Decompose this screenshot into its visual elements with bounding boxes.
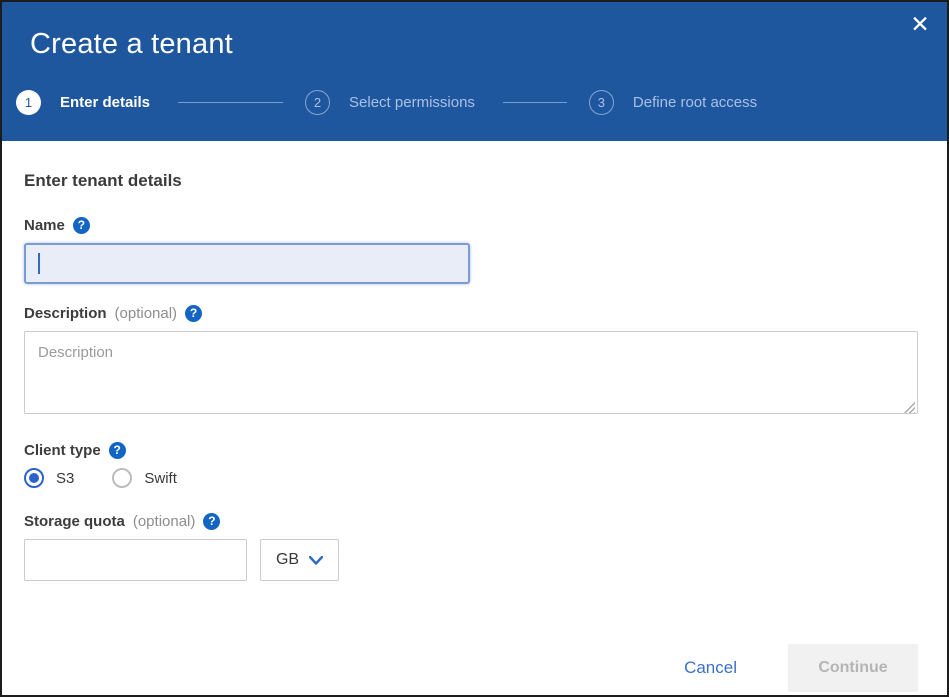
name-label: Name: [24, 217, 65, 234]
modal-body: Enter tenant details Name ? Description …: [2, 171, 947, 581]
step-connector: [178, 102, 283, 103]
description-textarea[interactable]: [24, 331, 918, 414]
storage-quota-input[interactable]: [24, 539, 247, 581]
storage-quota-optional-suffix: (optional): [133, 513, 196, 530]
storage-quota-label: Storage quota: [24, 513, 125, 530]
radio-selected-icon[interactable]: [24, 468, 44, 488]
help-icon[interactable]: ?: [73, 217, 90, 234]
step-enter-details[interactable]: 1 Enter details: [16, 90, 150, 115]
step-1-label: Enter details: [60, 94, 150, 111]
name-field-group: Name ?: [24, 215, 918, 284]
client-type-field-group: Client type ? S3 Swift: [24, 440, 918, 490]
step-2-label: Select permissions: [349, 94, 475, 111]
radio-swift-label: Swift: [144, 470, 177, 487]
description-optional-suffix: (optional): [115, 305, 178, 322]
help-icon[interactable]: ?: [185, 305, 202, 322]
step-1-circle: 1: [16, 90, 41, 115]
wizard-stepper: 1 Enter details 2 Select permissions 3 D…: [16, 90, 919, 115]
help-icon[interactable]: ?: [109, 442, 126, 459]
chevron-down-icon: [309, 556, 323, 565]
modal-header: ✕ Create a tenant 1 Enter details 2 Sele…: [2, 2, 947, 141]
step-define-root-access[interactable]: 3 Define root access: [589, 90, 757, 115]
radio-unselected-icon[interactable]: [112, 468, 132, 488]
unit-select-value: GB: [276, 551, 299, 569]
radio-option-s3[interactable]: S3: [24, 468, 74, 488]
client-type-radio-group: S3 Swift: [24, 466, 918, 490]
storage-quota-field-group: Storage quota (optional) ? GB: [24, 511, 918, 581]
step-3-label: Define root access: [633, 94, 757, 111]
modal-footer: Cancel Continue: [2, 644, 947, 692]
description-label: Description: [24, 305, 107, 322]
step-3-circle: 3: [589, 90, 614, 115]
radio-s3-label: S3: [56, 470, 74, 487]
description-field-group: Description (optional) ?: [24, 303, 918, 419]
text-cursor: [38, 253, 40, 274]
step-connector: [503, 102, 567, 103]
client-type-label: Client type: [24, 442, 101, 459]
help-icon[interactable]: ?: [203, 513, 220, 530]
modal-title: Create a tenant: [30, 27, 919, 62]
step-2-circle: 2: [305, 90, 330, 115]
close-icon[interactable]: ✕: [905, 10, 935, 40]
create-tenant-modal: ✕ Create a tenant 1 Enter details 2 Sele…: [0, 0, 949, 697]
radio-option-swift[interactable]: Swift: [112, 468, 177, 488]
unit-select[interactable]: GB: [260, 539, 339, 581]
continue-button[interactable]: Continue: [788, 644, 918, 692]
section-heading: Enter tenant details: [24, 171, 918, 191]
name-input[interactable]: [24, 243, 470, 284]
step-select-permissions[interactable]: 2 Select permissions: [305, 90, 475, 115]
cancel-button[interactable]: Cancel: [684, 658, 737, 678]
